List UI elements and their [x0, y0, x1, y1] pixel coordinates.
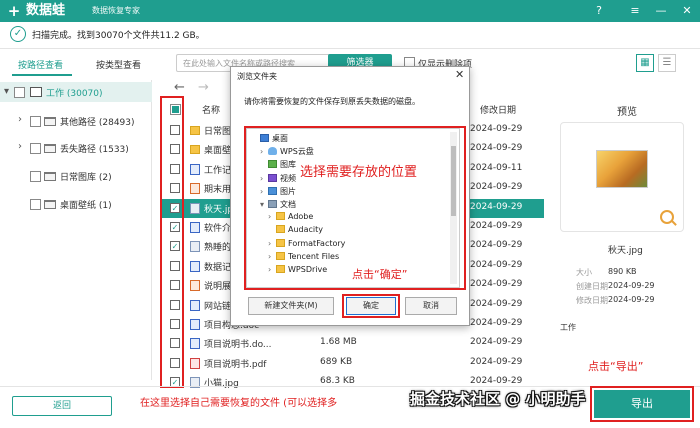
file-row-name: 项目说明书.pdf — [204, 359, 267, 370]
file-row[interactable]: 项目说明书.pdf 689 KB 2024-09-29 — [160, 354, 544, 373]
app-subtitle: 数据恢复专家 — [92, 6, 140, 15]
chevron-right-icon[interactable]: › — [18, 114, 22, 125]
chevron-down-icon[interactable]: ▾ — [4, 86, 9, 97]
folder-icon — [190, 126, 200, 135]
file-row-name: 项目说明书.do... — [204, 340, 272, 351]
active-tab-underline — [12, 74, 72, 76]
top-divider — [0, 48, 700, 49]
scan-complete-check-icon: ✓ — [10, 26, 26, 42]
tab-by-path[interactable]: 按路径查看 — [18, 58, 63, 71]
dialog-instruction: 请你将需要恢复的文件保存到原丢失数据的磁盘。 — [244, 97, 420, 106]
img-file-icon — [190, 241, 200, 253]
folder-icon — [44, 200, 56, 209]
tree-root-checkbox[interactable] — [14, 87, 25, 98]
file-row-date: 2024-09-11 — [470, 162, 523, 173]
annotation-box-checkbox-column — [160, 96, 184, 388]
app-name: 数据蛙 — [26, 3, 66, 18]
tree-item-daily-gallery[interactable]: 日常图库 (2) — [60, 170, 112, 183]
file-row-date: 2024-09-29 — [470, 201, 523, 212]
img-file-icon — [190, 202, 200, 214]
annotation-click-ok: 点击“确定” — [352, 268, 408, 281]
doc-file-icon — [190, 222, 200, 233]
dialog-cancel-button[interactable]: 取消 — [405, 297, 457, 315]
ppt-file-icon — [190, 280, 200, 292]
help-icon[interactable]: ? — [590, 2, 608, 20]
file-row-date: 2024-09-29 — [470, 337, 523, 348]
preview-file-name: 秋天.jpg — [608, 246, 643, 256]
tree-item-other-paths[interactable]: 其他路径 (28493) — [60, 115, 135, 128]
column-header-name[interactable]: 名称 — [202, 103, 220, 116]
file-row[interactable]: 项目说明书.do... 1.68 MB 2024-09-29 — [160, 334, 544, 353]
preview-title: 预览 — [617, 107, 637, 118]
tree-item-checkbox[interactable] — [30, 199, 41, 210]
dialog-title: 浏览文件夹 — [237, 72, 277, 81]
file-row-date: 2024-09-29 — [470, 376, 523, 387]
tree-item-checkbox[interactable] — [30, 116, 41, 127]
file-row-date: 2024-09-29 — [470, 221, 523, 231]
back-arrow-icon[interactable]: ← — [174, 80, 185, 95]
annotation-select-files-hint: 在这里选择自己需要恢复的文件 (可以选择多 — [140, 398, 338, 409]
meta-size-key: 大小 — [576, 268, 592, 277]
close-icon[interactable]: ✕ — [678, 2, 696, 20]
file-row-date: 2024-09-29 — [470, 182, 523, 193]
file-row-size: 68.3 KB — [320, 376, 355, 387]
chevron-right-icon[interactable]: › — [18, 141, 22, 152]
grid-view-icon[interactable]: ▦ — [636, 54, 654, 72]
doc-file-icon — [190, 299, 200, 311]
folder-icon — [44, 172, 56, 181]
tree-root-label: 工作 (30070) — [46, 89, 103, 99]
file-row-size: 1.68 MB — [320, 337, 357, 348]
dialog-close-icon[interactable]: ✕ — [455, 68, 464, 81]
app-logo-icon: + — [7, 2, 21, 20]
file-row-date: 2024-09-29 — [470, 124, 523, 134]
watermark-text: 掘金技术社区 @ 小明助手 — [410, 390, 586, 408]
doc-file-icon — [190, 319, 200, 330]
back-button[interactable]: 返回 — [12, 396, 112, 416]
file-row-date: 2024-09-29 — [470, 279, 523, 290]
forward-arrow-icon[interactable]: → — [198, 80, 209, 95]
file-row-date: 2024-09-29 — [470, 318, 523, 328]
file-row-date: 2024-09-29 — [470, 356, 523, 367]
tree-item-checkbox[interactable] — [30, 171, 41, 182]
meta-modified-value: 2024-09-29 — [608, 295, 655, 304]
doc-file-icon — [190, 338, 200, 350]
tree-item-desktop-wallpaper[interactable]: 桌面壁纸 (1) — [60, 198, 112, 211]
file-row-date: 2024-09-29 — [470, 143, 523, 154]
folder-icon — [44, 144, 56, 153]
file-row-size: 689 KB — [320, 356, 353, 367]
tree-item-lost-paths[interactable]: 丢失路径 (1533) — [60, 142, 129, 155]
annotation-box-export-button — [590, 386, 694, 422]
file-row-date: 2024-09-29 — [470, 259, 523, 270]
scan-status-text: 扫描完成。找到30070个文件共11.2 GB。 — [32, 31, 205, 41]
list-view-icon[interactable]: ☰ — [658, 54, 676, 72]
doc-file-icon — [190, 163, 200, 175]
folder-icon — [44, 117, 56, 126]
meta-modified-key: 修改日期 — [576, 296, 608, 305]
annotation-box-ok-button — [342, 294, 400, 318]
meta-created-value: 2024-09-29 — [608, 281, 655, 290]
minimize-icon[interactable]: — — [652, 2, 670, 20]
doc-file-icon — [190, 260, 200, 272]
menu-icon[interactable]: ≡ — [626, 2, 644, 20]
tab-by-type[interactable]: 按类型查看 — [96, 58, 141, 71]
meta-size-value: 890 KB — [608, 267, 637, 276]
preview-path: 工作 — [560, 323, 576, 332]
file-row-date: 2024-09-29 — [470, 240, 523, 251]
drive-icon — [30, 87, 42, 97]
preview-image-thumbnail[interactable] — [596, 150, 648, 188]
pdf-file-icon — [190, 357, 200, 369]
folder-icon — [190, 145, 200, 155]
tree-item-checkbox[interactable] — [30, 143, 41, 154]
ppt-file-icon — [190, 183, 200, 195]
meta-created-key: 创建日期 — [576, 282, 608, 291]
annotation-click-export: 点击“导出” — [588, 360, 644, 373]
file-row-name: 小猫.jpg — [204, 379, 239, 390]
file-row-date: 2024-09-29 — [470, 298, 523, 309]
new-folder-button[interactable]: 新建文件夹(M) — [248, 297, 334, 315]
column-header-date[interactable]: 修改日期 — [480, 103, 516, 116]
annotation-select-location: 选择需要存放的位置 — [300, 165, 418, 180]
